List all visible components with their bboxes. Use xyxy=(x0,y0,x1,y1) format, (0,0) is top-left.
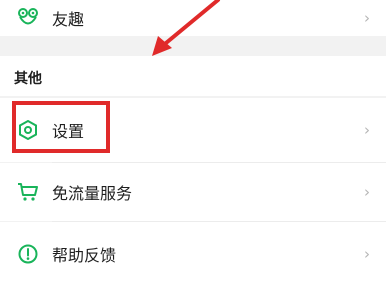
annotation-arrow-icon xyxy=(152,0,220,56)
